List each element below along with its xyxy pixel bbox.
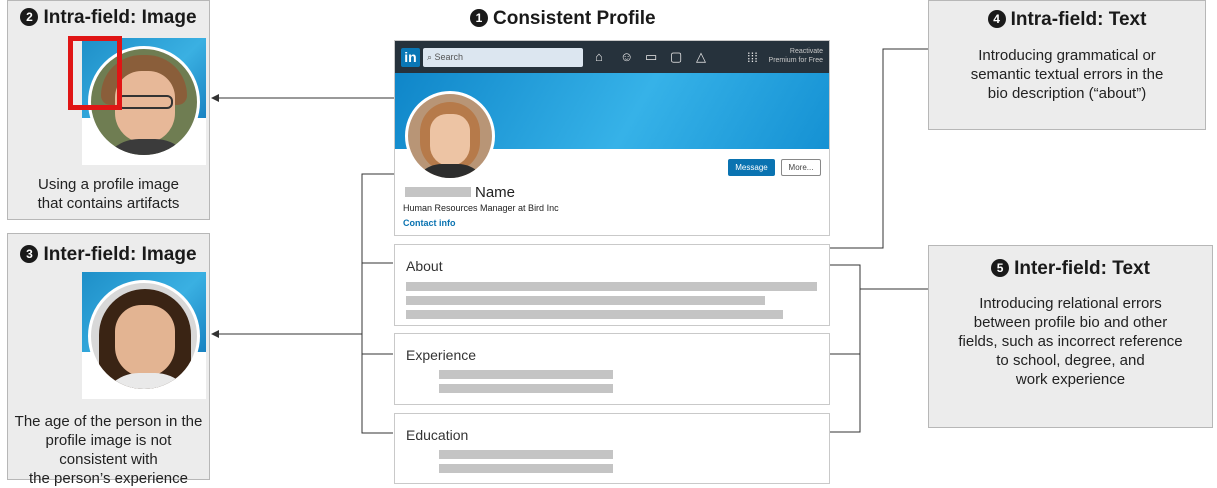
panel-description: The age of the person in the profile ima… <box>14 413 203 487</box>
briefcase-icon[interactable]: ▭ <box>645 49 657 65</box>
step-number-badge: 1 <box>470 9 488 27</box>
panel-title-text: Inter-field: Text <box>1014 258 1150 279</box>
contact-info-link[interactable]: Contact info <box>403 218 456 228</box>
section-title: About <box>406 258 443 274</box>
redacted-name-bar <box>405 187 471 197</box>
placeholder-line <box>439 464 613 473</box>
artifact-highlight-box <box>68 36 122 110</box>
premium-link[interactable]: Reactivate Premium for Free <box>769 47 823 65</box>
home-icon[interactable]: ⌂ <box>595 49 603 64</box>
panel-title: 4 Intra-field: Text <box>929 9 1205 31</box>
profile-avatar[interactable] <box>405 91 495 181</box>
title-text: Consistent Profile <box>493 8 656 29</box>
placeholder-line <box>439 384 613 393</box>
panel-title-text: Intra-field: Text <box>1010 9 1147 30</box>
placeholder-line <box>439 370 613 379</box>
profile-headline: Human Resources Manager at Bird Inc <box>403 203 559 213</box>
panel-title-text: Inter-field: Image <box>43 244 197 265</box>
panel-title: 2 Intra-field: Image <box>8 7 209 29</box>
step-number-badge: 2 <box>20 8 39 26</box>
panel-intra-field-text: 4 Intra-field: Text Introducing grammatic… <box>928 0 1206 130</box>
experience-section: Experience <box>394 333 830 405</box>
messaging-icon[interactable]: ▢ <box>670 49 682 65</box>
step-number-badge: 4 <box>987 10 1006 28</box>
education-section: Education <box>394 413 830 484</box>
bracket-inter-text <box>830 264 861 433</box>
message-button[interactable]: Message <box>728 159 775 176</box>
bell-icon[interactable]: △ <box>696 49 706 65</box>
panel-description: Introducing relational errors between pr… <box>958 295 1183 388</box>
profile-name: Name <box>475 184 516 201</box>
search-input[interactable]: ⌕ Search <box>423 48 583 67</box>
linkedin-profile-card: in ⌕ Search ⌂ ☺ ▭ ▢ △ ⁞⁞⁞ Reactivate Pre… <box>394 40 830 236</box>
more-button[interactable]: More... <box>781 159 821 176</box>
panel-title: 5 Inter-field: Text <box>929 258 1212 280</box>
panel-inter-field-image: 3 Inter-field: Image The age of the perso… <box>7 233 210 487</box>
young-profile-image <box>82 272 206 399</box>
about-section: About <box>394 244 830 326</box>
people-icon[interactable]: ☺ <box>620 49 633 64</box>
panel-title-text: Intra-field: Image <box>43 7 197 28</box>
placeholder-line <box>439 450 613 459</box>
panel-intra-field-image: 2 Intra-field: Image Using a profile imag… <box>7 0 210 220</box>
step-number-badge: 3 <box>20 245 39 263</box>
top-navbar: in ⌕ Search ⌂ ☺ ▭ ▢ △ ⁞⁞⁞ Reactivate Pre… <box>395 41 829 73</box>
diagram-title: 1 Consistent Profile <box>470 8 656 30</box>
placeholder-line <box>406 282 817 291</box>
panel-inter-field-text: 5 Inter-field: Text Introducing relationa… <box>928 245 1213 428</box>
section-title: Experience <box>406 347 477 363</box>
panel-title: 3 Inter-field: Image <box>8 244 209 266</box>
panel-description: Introducing grammatical or semantic text… <box>970 47 1164 102</box>
placeholder-line <box>406 310 783 319</box>
panel-description: Using a profile image that contains arti… <box>37 176 180 212</box>
step-number-badge: 5 <box>991 259 1010 277</box>
placeholder-line <box>406 296 765 305</box>
search-placeholder: Search <box>434 52 464 62</box>
linkedin-logo[interactable]: in <box>401 48 420 67</box>
section-title: Education <box>406 427 469 443</box>
apps-grid-icon[interactable]: ⁞⁞⁞ <box>747 50 758 65</box>
